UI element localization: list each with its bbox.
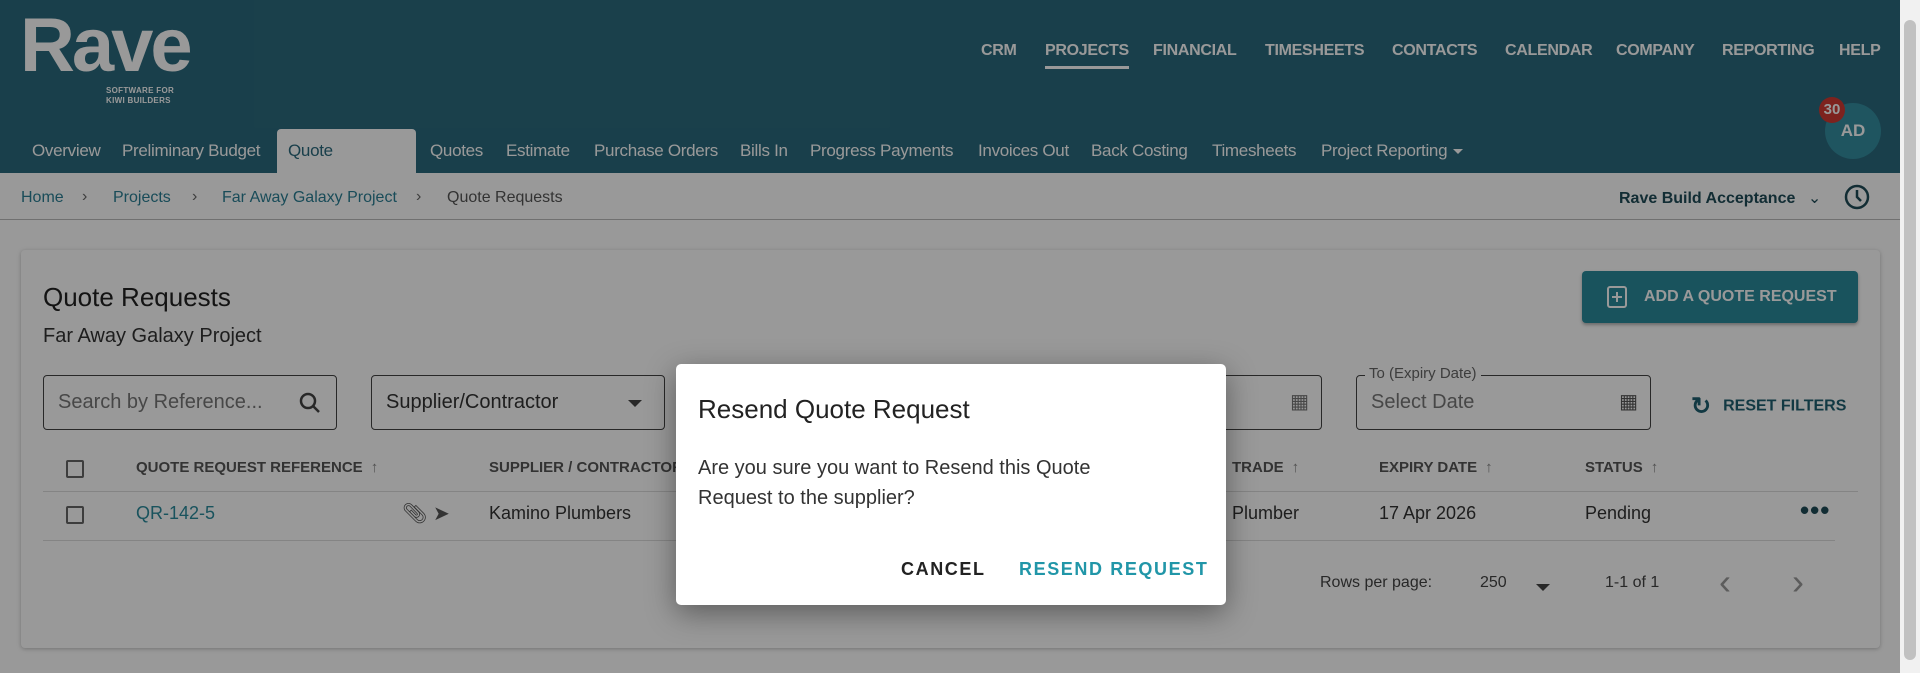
scrollbar[interactable]: [1900, 0, 1920, 673]
resend-request-button[interactable]: RESEND REQUEST: [1019, 559, 1208, 580]
cancel-button[interactable]: CANCEL: [901, 559, 986, 580]
dialog-message: Are you sure you want to Resend this Quo…: [698, 457, 1091, 509]
dialog-title: Resend Quote Request: [698, 394, 970, 424]
resend-quote-dialog: Resend Quote Request Are you sure you wa…: [676, 364, 1226, 605]
